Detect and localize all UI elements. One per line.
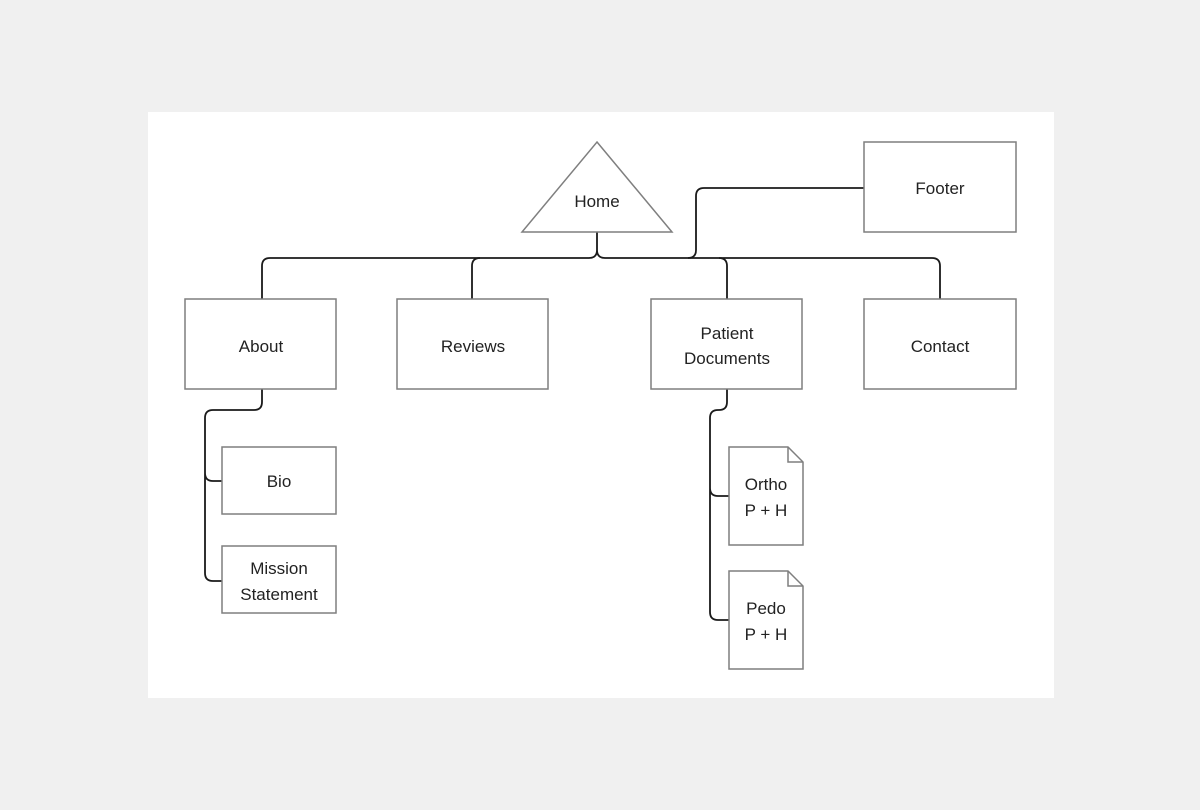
pedo-label-line2: P + H bbox=[745, 625, 788, 644]
bio-label: Bio bbox=[267, 472, 292, 491]
about-label: About bbox=[239, 337, 284, 356]
node-patient-documents[interactable]: Patient Documents bbox=[650, 298, 803, 390]
node-reviews[interactable]: Reviews bbox=[396, 298, 549, 390]
patient-documents-label-line1: Patient bbox=[701, 324, 754, 343]
node-about[interactable]: About bbox=[184, 298, 337, 390]
sitemap-diagram: Home Footer About Reviews Patient Docume… bbox=[148, 112, 1054, 698]
node-footer[interactable]: Footer bbox=[863, 141, 1017, 233]
ortho-label-line2: P + H bbox=[745, 501, 788, 520]
footer-label: Footer bbox=[915, 179, 964, 198]
contact-label: Contact bbox=[911, 337, 970, 356]
pedo-label-line1: Pedo bbox=[746, 599, 786, 618]
home-label: Home bbox=[574, 192, 619, 211]
patient-documents-label-line2: Documents bbox=[684, 349, 770, 368]
reviews-label: Reviews bbox=[441, 337, 505, 356]
ortho-label-line1: Ortho bbox=[745, 475, 788, 494]
node-contact[interactable]: Contact bbox=[863, 298, 1017, 390]
node-mission-statement[interactable]: Mission Statement bbox=[221, 545, 337, 614]
node-bio[interactable]: Bio bbox=[221, 446, 337, 515]
mission-label-line2: Statement bbox=[240, 585, 318, 604]
mission-label-line1: Mission bbox=[250, 559, 308, 578]
node-pedo-document[interactable]: Pedo P + H bbox=[728, 570, 804, 670]
node-ortho-document[interactable]: Ortho P + H bbox=[728, 446, 804, 546]
